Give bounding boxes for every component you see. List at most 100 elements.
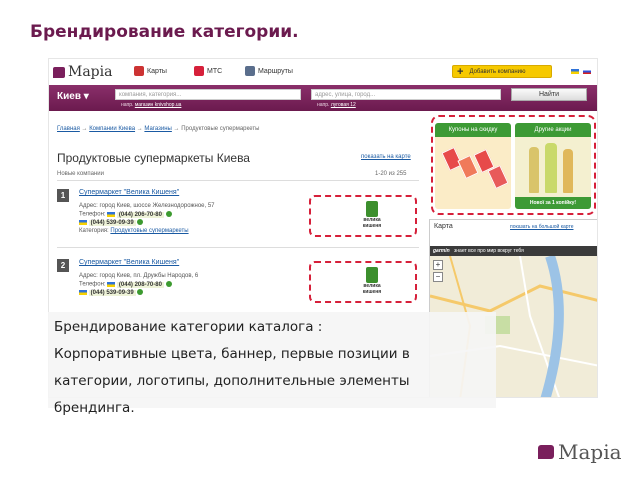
breadcrumb: Главная → Компании Киева → Магазины → Пр… — [57, 126, 260, 132]
route-icon — [245, 66, 255, 76]
breadcrumb-home[interactable]: Главная — [57, 126, 80, 132]
caption-line: Корпоративные цвета, баннер, первые пози… — [54, 346, 410, 362]
coupons-image — [435, 137, 511, 209]
address-hint-link[interactable]: луговая 12 — [331, 102, 356, 108]
breadcrumb-shops[interactable]: Магазины — [144, 126, 171, 132]
address-hint: напр. луговая 12 — [317, 102, 356, 108]
nav-mts[interactable]: МТС — [194, 66, 222, 76]
company-hint-prefix: напр. — [121, 102, 135, 108]
nav-maps[interactable]: Карты — [134, 66, 167, 76]
ukraine-flag-icon — [79, 289, 87, 295]
listing-address: Адрес: город Киев, шоссе Железнодорожное… — [79, 203, 215, 209]
garmin-text: знает все про мир вокруг тебя — [454, 248, 524, 254]
phone-number[interactable]: (044) 206-70-80 — [116, 211, 164, 218]
garmin-ad[interactable]: garmin знает все про мир вокруг тебя — [430, 246, 597, 256]
phone-label: Телефон: — [79, 281, 106, 288]
phone-number[interactable]: (044) 208-70-80 — [116, 281, 164, 288]
ukraine-flag-icon[interactable] — [571, 69, 579, 74]
company-hint-link[interactable]: магазин knivshop.ua — [135, 102, 182, 108]
brand-logo-line-2: кишеня — [362, 289, 382, 295]
velyka-kyshenia-logo: велика кишеня — [357, 267, 387, 297]
listing-number: 1 — [57, 189, 69, 202]
nav-mts-label: МТС — [207, 67, 223, 75]
listing-phone-row: Телефон: (044) 208-70-80 — [79, 281, 172, 288]
listing-item: 2 Супермаркет "Велика Кишеня" Адрес: гор… — [57, 259, 297, 315]
call-icon[interactable] — [137, 289, 144, 295]
top-bar: Mapia Карты МТС Маршруты + Добавить комп… — [49, 59, 597, 83]
zoom-in-button[interactable]: + — [433, 260, 443, 270]
listing-item: 1 Супермаркет "Велика Кишеня" Адрес: гор… — [57, 189, 297, 245]
category-label: Категория: — [79, 228, 111, 234]
logo-text: Mapia — [68, 64, 113, 80]
address-search-input[interactable]: адрес, улица, город... — [311, 89, 501, 100]
listing-name-link[interactable]: Супермаркет "Велика Кишеня" — [79, 259, 179, 266]
listing-name-link[interactable]: Супермаркет "Велика Кишеня" — [79, 189, 179, 196]
velyka-kyshenia-logo: велика кишеня — [357, 201, 387, 231]
listing-phone-row-2: (044) 539-09-39 — [79, 219, 144, 226]
brand-logo-line-2: кишеня — [362, 223, 382, 229]
site-logo[interactable]: Mapia — [53, 64, 112, 80]
plus-icon: + — [457, 65, 464, 78]
footer-logo-text: Mapia — [558, 440, 622, 464]
footer-logo: Mapia — [538, 440, 622, 464]
coupons-promo-title: Купоны на скидку — [435, 123, 511, 137]
nav-routes[interactable]: Маршруты — [245, 66, 293, 76]
caption-line: Брендирование категории каталога : — [54, 319, 323, 335]
call-icon[interactable] — [165, 281, 172, 287]
nav-routes-label: Маршруты — [258, 67, 293, 75]
search-bar: Киев ▾ компания, категория... напр. мага… — [49, 85, 597, 111]
call-icon[interactable] — [165, 211, 172, 217]
add-company-label: Добавить компанию — [469, 68, 526, 75]
coupons-promo[interactable]: Купоны на скидку — [435, 123, 511, 209]
company-search-input[interactable]: компания, категория... — [115, 89, 301, 100]
zoom-out-button[interactable]: − — [433, 272, 443, 282]
show-on-map-link[interactable]: показать на карте — [361, 154, 411, 160]
divider — [57, 180, 419, 181]
address-hint-prefix: напр. — [317, 102, 331, 108]
bottle-icon — [563, 149, 573, 193]
phone-number[interactable]: (044) 539-09-39 — [88, 289, 136, 296]
city-label: Киев — [57, 91, 81, 102]
other-promos-footer: Нової за 1 копійку! — [515, 197, 591, 209]
ukraine-flag-icon — [79, 219, 87, 225]
bottle-icon — [529, 147, 539, 193]
show-big-map-link[interactable]: показать на большой карте — [510, 224, 573, 230]
category-link[interactable]: Продуктовые супермаркеты — [110, 228, 188, 234]
brand-mark-icon — [366, 201, 378, 217]
listing-phone-row-2: (044) 539-09-39 — [79, 289, 144, 296]
result-range: 1-20 из 255 — [375, 171, 407, 177]
chevron-down-icon: ▾ — [83, 91, 89, 102]
breadcrumb-companies[interactable]: Компании Киева — [89, 126, 135, 132]
ukraine-flag-icon — [107, 281, 116, 287]
russia-flag-icon[interactable] — [583, 69, 591, 74]
page-heading: Продуктовые супермаркеты Киева — [57, 151, 250, 165]
coupon-icon — [487, 164, 509, 190]
caption-box: Брендирование категории каталога : Корпо… — [48, 312, 496, 416]
ukraine-flag-icon — [107, 211, 116, 217]
breadcrumb-current: Продуктовые супермаркеты — [181, 126, 260, 132]
listing-number: 2 — [57, 259, 69, 272]
other-promos-title: Другие акции — [515, 123, 591, 137]
new-companies-label: Новые компании — [57, 171, 104, 177]
find-button[interactable]: Найти — [511, 88, 587, 101]
map-title: Карта — [434, 223, 453, 230]
city-selector[interactable]: Киев ▾ — [57, 91, 89, 102]
map-icon — [134, 66, 144, 76]
bottle-icon — [545, 143, 557, 193]
listing-phone-row: Телефон: (044) 206-70-80 — [79, 211, 172, 218]
brand-logo-box[interactable]: велика кишеня — [309, 195, 417, 237]
listing-address: Адрес: город Киев, пл. Дружбы Народов, 6 — [79, 273, 199, 279]
brand-mark-icon — [366, 267, 378, 283]
logo-mark-icon — [538, 445, 554, 459]
caption-line: брендинга. — [54, 400, 135, 416]
other-promos[interactable]: Другие акции Нової за 1 копійку! — [515, 123, 591, 209]
caption-line: категории, логотипы, дополнительные элем… — [54, 373, 410, 389]
nav-maps-label: Карты — [147, 67, 167, 75]
brand-logo-box[interactable]: велика кишеня — [309, 261, 417, 303]
logo-mark-icon — [53, 66, 65, 78]
phone-label: Телефон: — [79, 211, 106, 218]
add-company-button[interactable]: + Добавить компанию — [452, 65, 552, 78]
phone-number[interactable]: (044) 539-09-39 — [88, 219, 136, 226]
call-icon[interactable] — [137, 219, 144, 225]
company-hint: напр. магазин knivshop.ua — [121, 102, 181, 108]
